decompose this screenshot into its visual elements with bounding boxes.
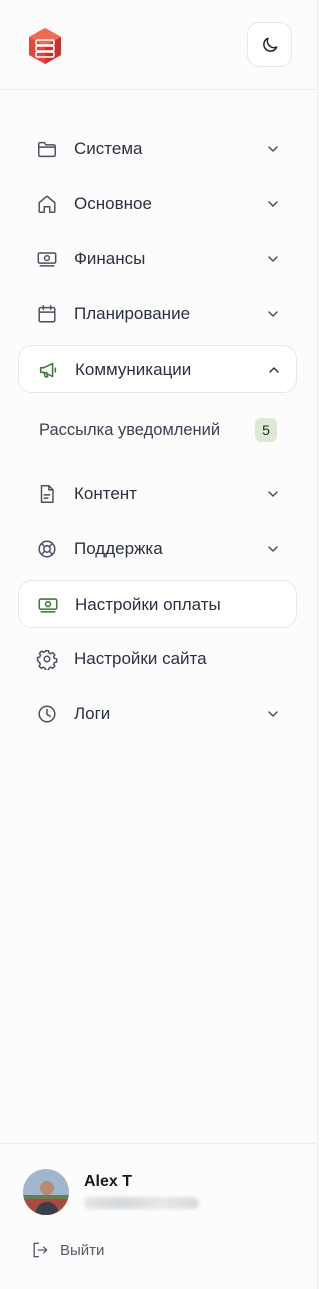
subnav-item-label: Рассылка уведомлений (39, 421, 221, 439)
theme-toggle-button[interactable] (247, 22, 292, 67)
logout-label: Выйти (60, 1241, 105, 1259)
chevron-up-icon (269, 367, 279, 373)
sidebar-header (0, 0, 318, 90)
chevron-down-icon (268, 201, 278, 207)
nav-item-osnovnoe[interactable]: Основное (18, 180, 297, 228)
document-icon (36, 483, 58, 505)
lifebuoy-icon (36, 538, 58, 560)
nav-item-site-settings[interactable]: Настройки сайта (18, 635, 297, 683)
count-badge: 5 (255, 418, 277, 442)
user-footer: Alex T Выйти (0, 1143, 318, 1289)
gear-icon (36, 648, 58, 670)
nav-item-label: Планирование (74, 304, 191, 323)
calendar-icon (36, 303, 58, 325)
app-logo-icon[interactable] (25, 26, 65, 66)
user-email-redacted (84, 1197, 199, 1209)
logout-icon (33, 1242, 48, 1258)
chevron-down-icon (268, 256, 278, 262)
nav-item-finansy[interactable]: Финансы (18, 235, 297, 283)
nav-item-sistema[interactable]: Система (18, 125, 297, 173)
chevron-down-icon (268, 491, 278, 497)
chevron-down-icon (268, 546, 278, 552)
nav-item-label: Основное (74, 194, 152, 213)
avatar[interactable] (23, 1169, 69, 1215)
folder-icon (36, 138, 58, 160)
nav-item-podderzhka[interactable]: Поддержка (18, 525, 297, 573)
nav-item-label: Контент (74, 484, 137, 503)
sidebar: Система Основное Финансы Планирование Ко… (0, 0, 318, 1289)
nav-item-logi[interactable]: Логи (18, 690, 297, 738)
nav-item-kommunikatsii[interactable]: Коммуникации (18, 345, 297, 393)
megaphone-icon (37, 359, 59, 381)
chevron-down-icon (268, 311, 278, 317)
nav-item-kontent[interactable]: Контент (18, 470, 297, 518)
nav-item-label: Логи (74, 704, 111, 723)
nav-item-label: Система (74, 139, 143, 158)
nav-item-label: Поддержка (74, 539, 163, 558)
nav-item-label: Настройки сайта (74, 649, 207, 668)
nav-item-label: Финансы (74, 249, 146, 268)
chevron-down-icon (268, 146, 278, 152)
subnav-item-notifications[interactable]: Рассылка уведомлений 5 (18, 407, 297, 453)
nav-item-planirovanie[interactable]: Планирование (18, 290, 297, 338)
banknote-icon (36, 248, 58, 270)
banknote-icon (37, 594, 59, 616)
nav-item-label: Настройки оплаты (75, 595, 221, 614)
chevron-down-icon (268, 711, 278, 717)
user-name: Alex T (84, 1173, 133, 1190)
clock-icon (36, 703, 58, 725)
nav-item-label: Коммуникации (75, 360, 192, 379)
nav-item-payment-settings[interactable]: Настройки оплаты (18, 580, 297, 628)
home-icon (36, 193, 58, 215)
moon-icon (262, 37, 277, 52)
logout-button[interactable]: Выйти (30, 1238, 104, 1262)
